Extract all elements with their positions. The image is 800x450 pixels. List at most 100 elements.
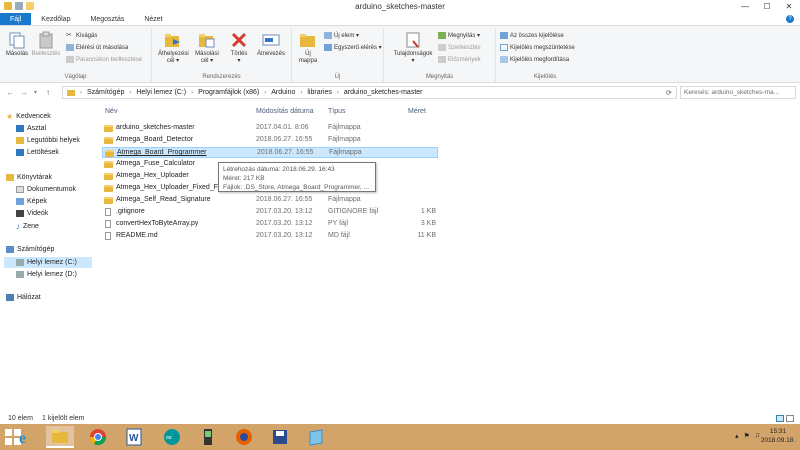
chevron-right-icon[interactable]: › (191, 90, 193, 96)
drive-icon (16, 271, 24, 278)
history-button[interactable]: Előzmények (438, 56, 481, 63)
internet-explorer-icon[interactable]: e (12, 426, 40, 448)
nav-downloads[interactable]: Letöltések (16, 149, 59, 156)
tab-view[interactable]: Nézet (134, 13, 172, 25)
breadcrumb-item[interactable]: Számítógép (87, 89, 124, 96)
svg-text:∞: ∞ (166, 433, 172, 442)
properties-button[interactable]: Tulajdonságok ▾ (390, 31, 436, 65)
table-row[interactable]: Atmega_Board_Programmer 2018.06.27. 16:5… (102, 147, 438, 158)
folder-icon (104, 161, 113, 168)
copy-path-button[interactable]: Elérési út másolása (66, 44, 128, 51)
chevron-right-icon[interactable]: › (300, 90, 302, 96)
chevron-right-icon[interactable]: › (80, 90, 82, 96)
table-row[interactable]: README.md 2017.03.20. 13:12 MD fájl 11 K… (100, 231, 440, 242)
file-type: PY fájl (328, 220, 349, 227)
nav-network[interactable]: Hálózat (6, 294, 41, 301)
notepad-icon[interactable] (302, 426, 330, 448)
new-item-button[interactable]: Új elem ▾ (324, 32, 359, 39)
cut-button[interactable]: ✂ Kivágás (66, 32, 97, 39)
column-header-size[interactable]: Méret (408, 108, 426, 115)
copy-to-button[interactable]: Másolási cél ▾ (192, 31, 222, 65)
clock[interactable]: 15:31 2018.09.18. (760, 427, 796, 445)
table-row[interactable]: convertHexToByteArray.py 2017.03.20. 13:… (100, 219, 440, 230)
breadcrumb-item[interactable]: arduino_sketches-master (344, 89, 423, 96)
word-icon[interactable]: W (120, 426, 148, 448)
easy-access-button[interactable]: Egyszerű elérés ▾ (324, 44, 382, 51)
tab-share[interactable]: Megosztás (80, 13, 134, 25)
breadcrumb[interactable]: › Számítógép › Helyi lemez (C:) › Progra… (62, 86, 677, 99)
breadcrumb-item[interactable]: Helyi lemez (C:) (136, 89, 186, 96)
flag-icon[interactable]: ⚑ (743, 432, 749, 440)
refresh-icon[interactable]: ⟳ (666, 89, 672, 97)
select-all-button[interactable]: Az összes kijelölése (500, 32, 564, 39)
chevron-up-icon[interactable]: ▴ (735, 432, 739, 440)
nav-drive-c[interactable]: Helyi lemez (C:) (4, 257, 92, 268)
up-arrow-icon[interactable]: ↑ (46, 88, 50, 97)
maximize-button[interactable]: ☐ (756, 0, 778, 12)
nav-computer[interactable]: Számítógép (6, 246, 54, 253)
clock-time: 15:31 (769, 428, 787, 435)
move-to-button[interactable]: Áthelyezési cél ▾ (158, 31, 189, 65)
open-button[interactable]: Megnyitás ▾ (438, 32, 480, 39)
delete-button[interactable]: Törlés ▾ (228, 31, 250, 65)
nav-libraries[interactable]: Könyvtárak (6, 174, 52, 181)
new-item-label: Új elem ▾ (334, 33, 360, 39)
rename-button[interactable]: Átnevezés (254, 31, 288, 58)
table-row[interactable]: Atmega_Self_Read_Signature 2018.06.27. 1… (100, 195, 440, 206)
breadcrumb-item[interactable]: Arduino (271, 89, 295, 96)
close-button[interactable]: ✕ (778, 0, 800, 12)
details-view-icon[interactable] (776, 415, 784, 422)
chevron-right-icon[interactable]: › (337, 90, 339, 96)
select-none-button[interactable]: Kijelölés megszüntetése (500, 44, 575, 51)
properties-label-2: ▾ (411, 58, 415, 64)
file-explorer-icon[interactable] (46, 426, 74, 448)
arduino-icon[interactable]: ∞ (158, 426, 186, 448)
file-type: GITIGNORE fájl (328, 208, 379, 215)
nav-recent-places[interactable]: Legutóbbi helyek (16, 137, 80, 144)
new-folder-button[interactable]: Új mappa (296, 31, 320, 65)
chrome-icon[interactable] (84, 426, 112, 448)
rename-label: Átnevezés (256, 51, 286, 57)
copy-button[interactable]: Másolás (4, 31, 30, 58)
column-header-name[interactable]: Név (105, 108, 117, 115)
help-icon[interactable]: ? (786, 15, 794, 23)
edit-button[interactable]: Szerkesztés (438, 44, 481, 51)
device-icon[interactable] (194, 426, 222, 448)
chevron-right-icon[interactable]: › (129, 90, 131, 96)
paste-shortcut-button[interactable]: Parancsikon beillesztése (66, 56, 142, 63)
table-row[interactable]: .gitignore 2017.03.20. 13:12 GITIGNORE f… (100, 207, 440, 218)
edit-icon (438, 44, 446, 51)
file-name: arduino_sketches-master (116, 124, 195, 131)
recent-dropdown-icon[interactable]: ▾ (34, 89, 37, 96)
invert-selection-button[interactable]: Kijelölés megfordítása (500, 56, 569, 63)
table-row[interactable]: arduino_sketches-master 2017.04.01. 8:06… (100, 123, 440, 134)
paste-button[interactable]: Beillesztés (30, 31, 62, 58)
large-icons-view-icon[interactable] (786, 415, 794, 422)
table-row[interactable]: Atmega_Board_Detector 2018.06.27. 16:55 … (100, 135, 440, 146)
chevron-right-icon[interactable]: › (264, 90, 266, 96)
new-folder-label-2: mappa (298, 58, 318, 64)
breadcrumb-item[interactable]: Programfájlok (x86) (198, 89, 259, 96)
nav-drive-d[interactable]: Helyi lemez (D:) (16, 271, 77, 278)
tab-file[interactable]: Fájl (0, 13, 32, 25)
breadcrumb-item[interactable]: libraries (307, 89, 332, 96)
tab-home[interactable]: Kezdőlap (31, 13, 80, 25)
nav-favorites[interactable]: ★ Kedvencek (6, 112, 51, 121)
nav-desktop[interactable]: Asztal (16, 125, 46, 132)
properties-label: Tulajdonságok (393, 51, 433, 57)
nav-pictures[interactable]: Képek (16, 198, 47, 205)
firefox-icon[interactable] (230, 426, 258, 448)
forward-arrow-icon[interactable]: → (20, 88, 28, 97)
nav-documents[interactable]: Dokumentumok (16, 186, 76, 193)
minimize-button[interactable]: — (734, 0, 756, 12)
history-label: Előzmények (448, 56, 481, 63)
nav-videos[interactable]: Videók (16, 210, 48, 217)
folder-icon (105, 150, 114, 157)
file-name: Atmega_Fuse_Calculator (116, 160, 195, 167)
column-header-type[interactable]: Típus (328, 108, 346, 115)
column-header-date[interactable]: Módosítás dátuma (256, 108, 314, 115)
nav-music[interactable]: ♪ Zene (16, 222, 39, 231)
save-disk-icon[interactable] (266, 426, 294, 448)
back-arrow-icon[interactable]: ← (6, 88, 14, 97)
search-input[interactable]: Keresés: arduino_sketches-ma... (680, 86, 796, 99)
